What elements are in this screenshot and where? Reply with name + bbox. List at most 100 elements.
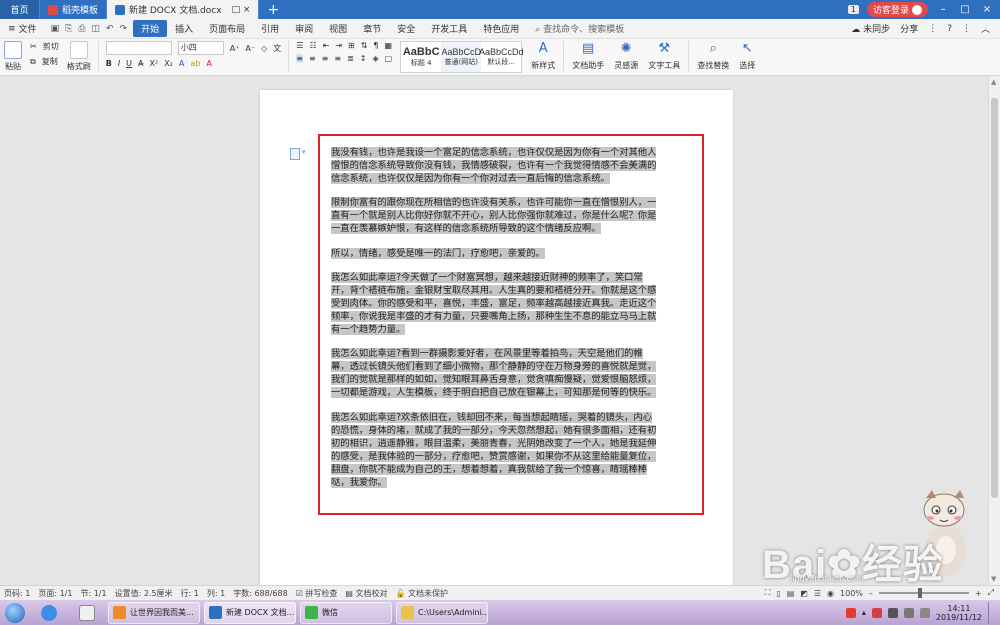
align-center-icon[interactable]: ≡ xyxy=(309,54,316,63)
align-left-icon[interactable]: ≡ xyxy=(296,54,303,63)
fullscreen-icon[interactable]: ⛶ xyxy=(765,588,771,598)
volume-icon[interactable] xyxy=(903,607,914,618)
border-icon[interactable]: ▢ xyxy=(385,54,393,63)
print-icon[interactable]: ⎙ xyxy=(78,24,85,34)
subscript-icon[interactable]: X₂ xyxy=(164,59,173,68)
bold-icon[interactable]: B xyxy=(106,59,112,68)
tab-view[interactable]: 视图 xyxy=(321,22,355,35)
taskbar-item-explorer[interactable]: C:\Users\Admini... xyxy=(396,601,488,624)
tab-special[interactable]: 特色应用 xyxy=(475,22,527,35)
zoom-percent[interactable]: 100% xyxy=(840,589,863,598)
more-options-icon[interactable]: ⋮ xyxy=(962,24,971,34)
style-normal-web[interactable]: AaBbCcD 普通(网站) xyxy=(441,42,482,72)
tab-security[interactable]: 安全 xyxy=(389,22,423,35)
status-pages[interactable]: 页面: 1/1 xyxy=(34,588,76,599)
align-right-icon[interactable]: ≡ xyxy=(322,54,329,63)
status-page[interactable]: 页码: 1 xyxy=(0,588,34,599)
tab-template[interactable]: 稻壳模板 xyxy=(40,0,108,19)
scroll-up-icon[interactable]: ▲ xyxy=(991,78,996,86)
tab-document[interactable]: 新建 DOCX 文档.docx □ × xyxy=(107,0,260,19)
command-search[interactable]: ⌕ 查找命令、搜索模板 xyxy=(527,22,624,35)
ie-browser-icon[interactable] xyxy=(32,602,66,624)
sync-status[interactable]: ☁ 未同步 xyxy=(851,22,890,35)
action-center-icon[interactable] xyxy=(919,607,930,618)
select-button[interactable]: ↖ 选择 xyxy=(734,41,760,71)
tab-review[interactable]: 审阅 xyxy=(287,22,321,35)
status-row[interactable]: 行: 1 xyxy=(177,588,203,599)
line-spacing-icon[interactable]: ↕ xyxy=(360,54,367,63)
sogou-ime-icon[interactable] xyxy=(845,607,856,618)
outdent-icon[interactable]: ⇤ xyxy=(323,41,330,50)
tray-expand-icon[interactable]: ▴ xyxy=(862,608,866,617)
chinese-layout-icon[interactable]: ⊞ xyxy=(348,41,355,50)
new-tab-button[interactable]: + xyxy=(259,0,287,19)
doc-assistant-button[interactable]: ▤ 文档助手 xyxy=(567,41,609,71)
zoom-in-icon[interactable]: + xyxy=(975,589,982,598)
taskbar-item-wechat[interactable]: 微信 xyxy=(300,601,392,624)
undo-icon[interactable]: ↶ xyxy=(106,24,114,34)
status-words[interactable]: 字数: 688/688 xyxy=(229,588,291,599)
tab-developer[interactable]: 开发工具 xyxy=(423,22,475,35)
export-icon[interactable]: ⎘ xyxy=(65,24,72,34)
status-section[interactable]: 节: 1/1 xyxy=(76,588,110,599)
status-col[interactable]: 列: 1 xyxy=(203,588,229,599)
new-style-button[interactable]: A 新样式 xyxy=(526,41,560,71)
eye-protect-icon[interactable]: ◉ xyxy=(827,589,834,598)
doc-protection-status[interactable]: 🔓 文档未保护 xyxy=(392,588,453,599)
spell-check-button[interactable]: ☑ 拼写检查 xyxy=(292,588,342,599)
inspiration-button[interactable]: ✺ 灵感源 xyxy=(609,41,643,71)
start-button[interactable] xyxy=(0,601,30,625)
login-button[interactable]: 访客登录 xyxy=(866,2,928,17)
pinyin-icon[interactable]: 文 xyxy=(273,43,281,54)
grow-font-icon[interactable]: A⁺ xyxy=(230,44,240,53)
paste-button[interactable]: 粘贴 xyxy=(0,41,26,72)
doc-proofread-button[interactable]: ▤ 文档校对 xyxy=(341,588,391,599)
indent-icon[interactable]: ⇥ xyxy=(335,41,342,50)
font-name-select[interactable] xyxy=(105,41,172,55)
bullet-list-icon[interactable]: ☰ xyxy=(296,41,303,50)
calligraphy-app-icon[interactable] xyxy=(70,602,104,624)
minimize-icon[interactable]: – xyxy=(936,4,950,15)
format-painter-button[interactable]: 格式刷 xyxy=(63,41,95,72)
zoom-slider[interactable] xyxy=(878,588,969,598)
strikethrough-icon[interactable]: A̶ xyxy=(138,59,143,68)
justify-icon[interactable]: ≡ xyxy=(334,54,341,63)
read-mode-icon[interactable]: ▯ xyxy=(776,589,780,598)
font-size-select[interactable]: 小四 xyxy=(177,41,224,55)
taskbar-item-word[interactable]: 新建 DOCX 文档... xyxy=(204,601,296,624)
close-window-icon[interactable]: × xyxy=(980,4,994,15)
share-button[interactable]: 分享 xyxy=(900,22,918,35)
distribute-icon[interactable]: ≣ xyxy=(347,54,354,63)
clock[interactable]: 14:11 2019/11/12 xyxy=(936,604,982,622)
table-icon[interactable]: ▦ xyxy=(385,41,393,50)
tab-home[interactable]: 首页 xyxy=(0,0,40,19)
tab-section[interactable]: 章节 xyxy=(355,22,389,35)
show-desktop-button[interactable] xyxy=(988,601,994,624)
sort-icon[interactable]: ⇅ xyxy=(361,41,368,50)
vertical-scrollbar[interactable]: ▲ ▼ xyxy=(988,76,1000,585)
style-default-paragraph[interactable]: AaBbCcDd 默认段... xyxy=(479,42,524,72)
save-icon[interactable]: ▣ xyxy=(51,24,60,34)
copy-button[interactable]: ⧉ 复制 xyxy=(30,56,59,67)
fit-page-icon[interactable]: ⤢ xyxy=(988,588,994,598)
taskbar-item-browser[interactable]: 让世界因我而美... xyxy=(108,601,200,624)
shrink-font-icon[interactable]: A⁻ xyxy=(245,44,255,53)
zoom-out-icon[interactable]: – xyxy=(869,589,873,598)
find-replace-button[interactable]: ⌕ 查找替换 xyxy=(692,41,734,71)
text-tools-button[interactable]: ⚒ 文字工具 xyxy=(643,41,685,71)
tab-references[interactable]: 引用 xyxy=(253,22,287,35)
cut-button[interactable]: ✂ 剪切 xyxy=(30,41,59,52)
file-menu[interactable]: ≡ 文件 xyxy=(0,22,45,36)
tab-start[interactable]: 开始 xyxy=(133,20,168,37)
marker-dropdown-icon[interactable]: ▾ xyxy=(302,148,306,156)
network-icon[interactable] xyxy=(887,607,898,618)
font-color-icon[interactable]: A xyxy=(179,59,184,68)
tab-page-layout[interactable]: 页面布局 xyxy=(201,22,253,35)
zoom-slider-knob[interactable] xyxy=(917,588,922,598)
web-view-icon[interactable]: ◩ xyxy=(800,589,808,598)
scroll-down-icon[interactable]: ▼ xyxy=(991,575,996,583)
more-icon[interactable]: ⋮ xyxy=(928,24,937,34)
page-view-icon[interactable]: ▤ xyxy=(787,589,795,598)
text-color-icon[interactable]: A xyxy=(206,59,211,68)
maximize-icon[interactable]: □ xyxy=(958,4,972,15)
